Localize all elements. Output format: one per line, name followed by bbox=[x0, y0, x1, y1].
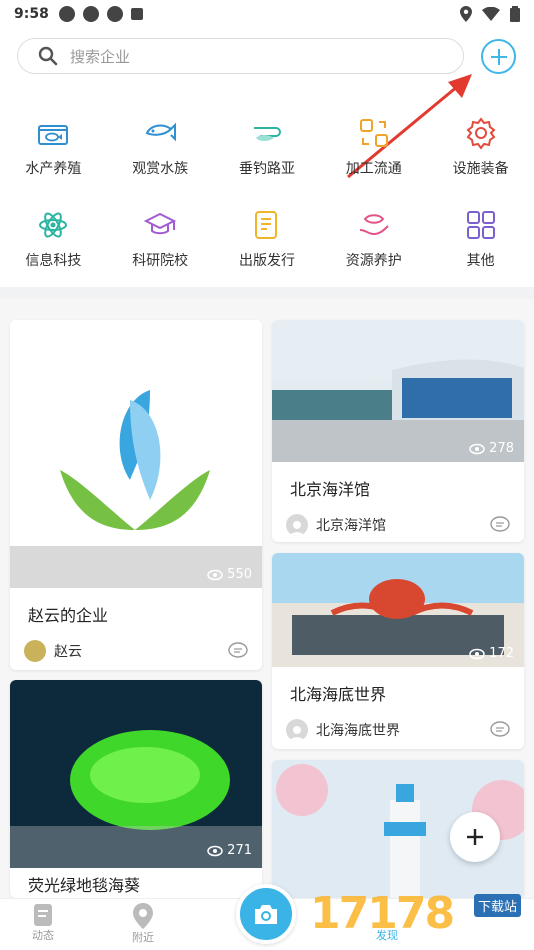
search-placeholder: 搜索企业 bbox=[70, 47, 131, 66]
plus-icon bbox=[490, 48, 507, 65]
card-title: 北京海洋馆 bbox=[290, 480, 371, 499]
status-time: 9:58 bbox=[14, 6, 49, 22]
category-other[interactable]: 其他 bbox=[427, 202, 534, 294]
category-equipment[interactable]: 设施装备 bbox=[427, 110, 534, 202]
notification-icon bbox=[106, 6, 123, 22]
category-research[interactable]: 科研院校 bbox=[107, 202, 214, 294]
card-author: 赵云 bbox=[54, 644, 82, 660]
status-bar: 9:58 bbox=[0, 0, 534, 28]
publication-icon bbox=[250, 208, 284, 242]
category-label: 垂钓路亚 bbox=[238, 161, 295, 177]
watermark-badge: 下载站 bbox=[474, 894, 522, 917]
enterprise-card[interactable]: 271 荧光绿地毯海葵 bbox=[10, 680, 262, 898]
category-label: 观赏水族 bbox=[132, 161, 189, 177]
card-title: 赵云的企业 bbox=[28, 606, 109, 625]
camera-button[interactable] bbox=[236, 884, 296, 944]
enterprise-card[interactable]: 172 北海海底世界 北海海底世界 bbox=[272, 553, 524, 749]
location-icon bbox=[460, 6, 472, 22]
view-count: 172 bbox=[469, 646, 514, 661]
category-conservation[interactable]: 资源养护 bbox=[320, 202, 427, 294]
nav-label: 动态 bbox=[32, 929, 54, 942]
category-label: 科研院校 bbox=[132, 253, 189, 269]
grid-icon bbox=[464, 208, 498, 242]
avatar bbox=[286, 514, 308, 536]
avatar bbox=[286, 719, 308, 741]
category-ornamental[interactable]: 观赏水族 bbox=[107, 110, 214, 202]
notification-icon bbox=[82, 6, 99, 22]
card-title: 荧光绿地毯海葵 bbox=[28, 876, 141, 895]
processing-icon bbox=[357, 116, 391, 150]
view-count: 278 bbox=[469, 441, 514, 456]
card-author: 北海海底世界 bbox=[316, 723, 400, 739]
card-title: 北海海底世界 bbox=[290, 685, 387, 704]
green-anemone-photo bbox=[10, 730, 262, 868]
enterprise-card[interactable]: 550 赵云的企业 赵云 bbox=[10, 320, 262, 670]
add-enterprise-button[interactable] bbox=[481, 39, 516, 74]
eye-icon bbox=[207, 569, 223, 580]
category-label: 出版发行 bbox=[238, 253, 295, 269]
location-pin-icon bbox=[133, 903, 153, 929]
view-count: 271 bbox=[207, 843, 252, 858]
view-count-value: 172 bbox=[489, 646, 514, 661]
document-icon bbox=[34, 904, 52, 926]
aquaculture-icon bbox=[36, 116, 70, 150]
add-post-button[interactable] bbox=[450, 812, 500, 862]
notification-icon bbox=[58, 6, 75, 22]
card-footer: 北海海底世界 bbox=[272, 719, 524, 741]
wifi-icon bbox=[482, 7, 500, 21]
card-image: 172 bbox=[272, 553, 524, 667]
system-icons bbox=[460, 6, 520, 22]
card-footer: 北京海洋馆 bbox=[272, 514, 524, 536]
category-label: 加工流通 bbox=[345, 161, 402, 177]
comment-icon[interactable] bbox=[228, 642, 248, 660]
card-author: 北京海洋馆 bbox=[316, 518, 386, 534]
view-count-value: 271 bbox=[227, 843, 252, 858]
category-label: 资源养护 bbox=[345, 253, 402, 269]
card-footer: 赵云 bbox=[10, 640, 262, 662]
card-image: 550 bbox=[10, 320, 262, 588]
view-count: 550 bbox=[207, 567, 252, 582]
category-aquaculture[interactable]: 水产养殖 bbox=[0, 110, 107, 202]
card-image: 278 bbox=[272, 320, 524, 462]
comment-icon[interactable] bbox=[490, 721, 510, 739]
category-label: 信息科技 bbox=[25, 253, 82, 269]
graduation-cap-icon bbox=[143, 208, 177, 242]
search-icon bbox=[38, 46, 58, 66]
category-processing[interactable]: 加工流通 bbox=[320, 110, 427, 202]
notification-icon bbox=[130, 8, 143, 20]
battery-icon bbox=[510, 6, 520, 22]
enterprise-card[interactable]: 278 北京海洋馆 北京海洋馆 bbox=[272, 320, 524, 542]
eye-icon bbox=[469, 443, 485, 454]
gear-icon bbox=[464, 116, 498, 150]
category-label: 设施装备 bbox=[452, 161, 509, 177]
category-row: 信息科技 科研院校 出版发行 资源养护 其他 bbox=[0, 202, 534, 294]
fish-care-icon bbox=[357, 208, 391, 242]
plus-icon bbox=[467, 829, 483, 845]
category-fishing[interactable]: 垂钓路亚 bbox=[214, 110, 321, 202]
view-count-value: 550 bbox=[227, 567, 252, 582]
eye-icon bbox=[207, 845, 223, 856]
nav-tab-feed[interactable]: 动态 bbox=[32, 903, 54, 943]
category-grid: 水产养殖 观赏水族 垂钓路亚 加工流通 设施装备 信息科技 科研院校 出版发行 … bbox=[0, 110, 534, 294]
card-image: 271 bbox=[10, 680, 262, 868]
notification-icons bbox=[58, 6, 143, 22]
watermark-logo: 17178 bbox=[310, 888, 455, 939]
category-row: 水产养殖 观赏水族 垂钓路亚 加工流通 设施装备 bbox=[0, 110, 534, 202]
comment-icon[interactable] bbox=[490, 516, 510, 534]
ornamental-fish-icon bbox=[143, 116, 177, 150]
category-label: 水产养殖 bbox=[25, 161, 82, 177]
category-label: 其他 bbox=[466, 253, 495, 269]
avatar bbox=[24, 640, 46, 662]
section-divider bbox=[0, 287, 534, 299]
nav-tab-nearby[interactable]: 附近 bbox=[132, 903, 154, 945]
camera-icon bbox=[255, 905, 277, 924]
eye-icon bbox=[469, 648, 485, 659]
view-count-value: 278 bbox=[489, 441, 514, 456]
search-bar[interactable]: 搜索企业 bbox=[17, 38, 464, 74]
fishing-icon bbox=[250, 116, 284, 150]
atom-icon bbox=[36, 208, 70, 242]
category-publishing[interactable]: 出版发行 bbox=[214, 202, 321, 294]
category-tech[interactable]: 信息科技 bbox=[0, 202, 107, 294]
nav-label: 附近 bbox=[132, 931, 154, 944]
